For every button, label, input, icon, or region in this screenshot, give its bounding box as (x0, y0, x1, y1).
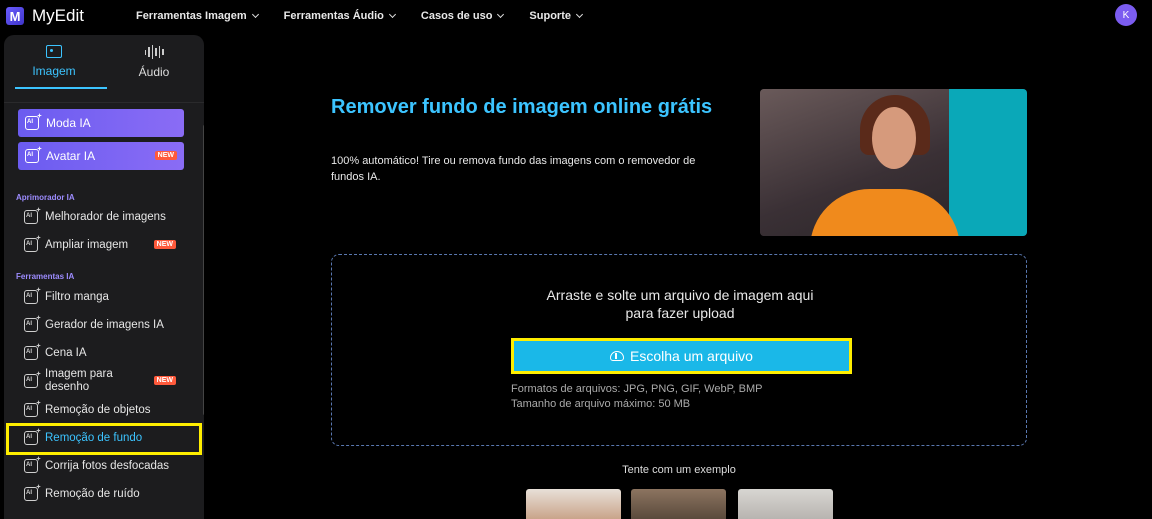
sidebar-item-imagem-para-desenho[interactable]: Imagem para desenho NEW (24, 368, 194, 394)
logo-mark-icon: M (6, 7, 24, 25)
sidebar-tabs: Imagem Áudio (4, 35, 204, 93)
new-badge: NEW (153, 240, 176, 249)
section-heading: Aprimorador IA (16, 193, 75, 202)
sidebar-item-remocao-de-ruido[interactable]: Remoção de ruído (24, 487, 194, 501)
supported-formats: Formatos de arquivos: JPG, PNG, GIF, Web… (511, 383, 763, 395)
divider (4, 102, 204, 103)
ai-sparkle-icon (24, 459, 38, 473)
sidebar-item-remocao-de-objetos[interactable]: Remoção de objetos (24, 403, 194, 417)
chevron-down-icon (575, 10, 584, 19)
tab-audio[interactable]: Áudio (104, 35, 204, 93)
sidebar-item-label: Remoção de ruído (45, 487, 140, 500)
hero-image (760, 89, 1027, 236)
sidebar-item-label: Remoção de objetos (45, 403, 151, 416)
nav-label: Ferramentas Imagem (135, 10, 247, 22)
ai-sparkle-icon (25, 149, 39, 163)
ai-sparkle-icon (24, 210, 38, 224)
ai-sparkle-icon (24, 487, 38, 501)
cloud-upload-icon (610, 351, 625, 361)
section-heading: Ferramentas IA (16, 272, 75, 281)
myedit-logo[interactable]: M MyEdit (6, 6, 84, 26)
sidebar-item-label: Gerador de imagens IA (45, 318, 164, 331)
nav-label: Casos de uso (420, 10, 493, 22)
max-file-size: Tamanho de arquivo máximo: 50 MB (511, 398, 691, 410)
choose-file-button[interactable]: Escolha um arquivo (511, 338, 852, 374)
sidebar-item-label: Melhorador de imagens (45, 210, 166, 223)
new-badge: NEW (153, 376, 176, 385)
logo-text: MyEdit (32, 6, 84, 25)
sidebar-item-avatar-ia[interactable]: Avatar IA NEW (18, 142, 184, 170)
nav-label: Suporte (529, 10, 571, 22)
examples-heading: Tente com um exemplo (622, 464, 736, 476)
page-subtitle: 100% automático! Tire ou remova fundo da… (331, 155, 696, 183)
nav-label: Ferramentas Áudio (283, 10, 384, 22)
sidebar-item-ampliar-imagem[interactable]: Ampliar imagem NEW (24, 238, 194, 252)
example-thumbnail[interactable] (738, 489, 833, 519)
chevron-down-icon (497, 10, 505, 19)
nav-casos-de-uso[interactable]: Casos de uso (420, 10, 505, 22)
choose-file-label: Escolha um arquivo (630, 348, 753, 364)
top-navigation-bar: M MyEdit Ferramentas Imagem Ferramentas … (0, 0, 1152, 32)
hero-person-face (872, 107, 916, 169)
ai-sparkle-icon (24, 346, 38, 360)
sidebar-item-melhorador-de-imagens[interactable]: Melhorador de imagens (24, 210, 194, 224)
dropzone-prompt-line: para fazer upload (625, 305, 735, 321)
active-tab-indicator (15, 87, 107, 89)
tab-imagem[interactable]: Imagem (4, 35, 104, 93)
ai-sparkle-icon (24, 290, 38, 304)
sidebar-item-cena-ia[interactable]: Cena IA (24, 346, 194, 360)
audio-wave-icon (144, 45, 165, 59)
tab-label: Áudio (138, 65, 170, 79)
sidebar-item-label: Imagem para desenho (45, 368, 113, 393)
new-badge: NEW (154, 151, 177, 160)
example-thumbnail[interactable] (631, 489, 726, 519)
tab-label: Imagem (32, 64, 76, 78)
nav-ferramentas-audio[interactable]: Ferramentas Áudio (283, 10, 396, 22)
sidebar-item-label: Corrija fotos desfocadas (45, 459, 170, 472)
ai-sparkle-icon (24, 318, 38, 332)
sidebar-item-label: Avatar IA (46, 149, 96, 163)
main-nav: Ferramentas Imagem Ferramentas Áudio Cas… (136, 10, 608, 22)
ai-sparkle-icon (24, 374, 38, 388)
nav-suporte[interactable]: Suporte (529, 10, 584, 22)
example-thumbnail[interactable] (526, 489, 621, 519)
sidebar-item-label: Cena IA (45, 346, 87, 359)
sidebar-item-filtro-manga[interactable]: Filtro manga (24, 290, 194, 304)
sidebar: Imagem Áudio Moda IA Avatar IA NEW Aprim… (4, 35, 204, 519)
page-title: Remover fundo de imagem online grátis (331, 96, 713, 118)
file-requirements: Formatos de arquivos: JPG, PNG, GIF, Web… (511, 382, 762, 412)
dropzone-prompt: Arraste e solte um arquivo de imagem aqu… (332, 286, 1028, 322)
chevron-down-icon (251, 10, 259, 19)
ai-sparkle-icon (24, 238, 38, 252)
sidebar-item-label: Filtro manga (45, 290, 109, 303)
dropzone-prompt-line: Arraste e solte um arquivo de imagem aqu… (546, 287, 814, 303)
sidebar-item-label: Ampliar imagem (45, 238, 129, 251)
sidebar-item-gerador-de-imagens-ia[interactable]: Gerador de imagens IA (24, 318, 194, 332)
image-icon (46, 45, 62, 58)
ai-sparkle-icon (24, 403, 38, 417)
ai-sparkle-icon (25, 116, 39, 130)
user-avatar[interactable]: K (1115, 4, 1137, 26)
selection-highlight (6, 423, 202, 455)
sidebar-item-label: Moda IA (46, 116, 91, 130)
sidebar-item-corrija-fotos-desfocadas[interactable]: Corrija fotos desfocadas (24, 459, 194, 473)
upload-dropzone[interactable]: Arraste e solte um arquivo de imagem aqu… (331, 254, 1027, 446)
removed-background-panel (949, 89, 1027, 236)
nav-ferramentas-imagem[interactable]: Ferramentas Imagem (135, 10, 259, 22)
sidebar-scrollbar[interactable] (203, 125, 204, 415)
sidebar-item-moda-ia[interactable]: Moda IA (18, 109, 184, 137)
chevron-down-icon (388, 10, 396, 19)
